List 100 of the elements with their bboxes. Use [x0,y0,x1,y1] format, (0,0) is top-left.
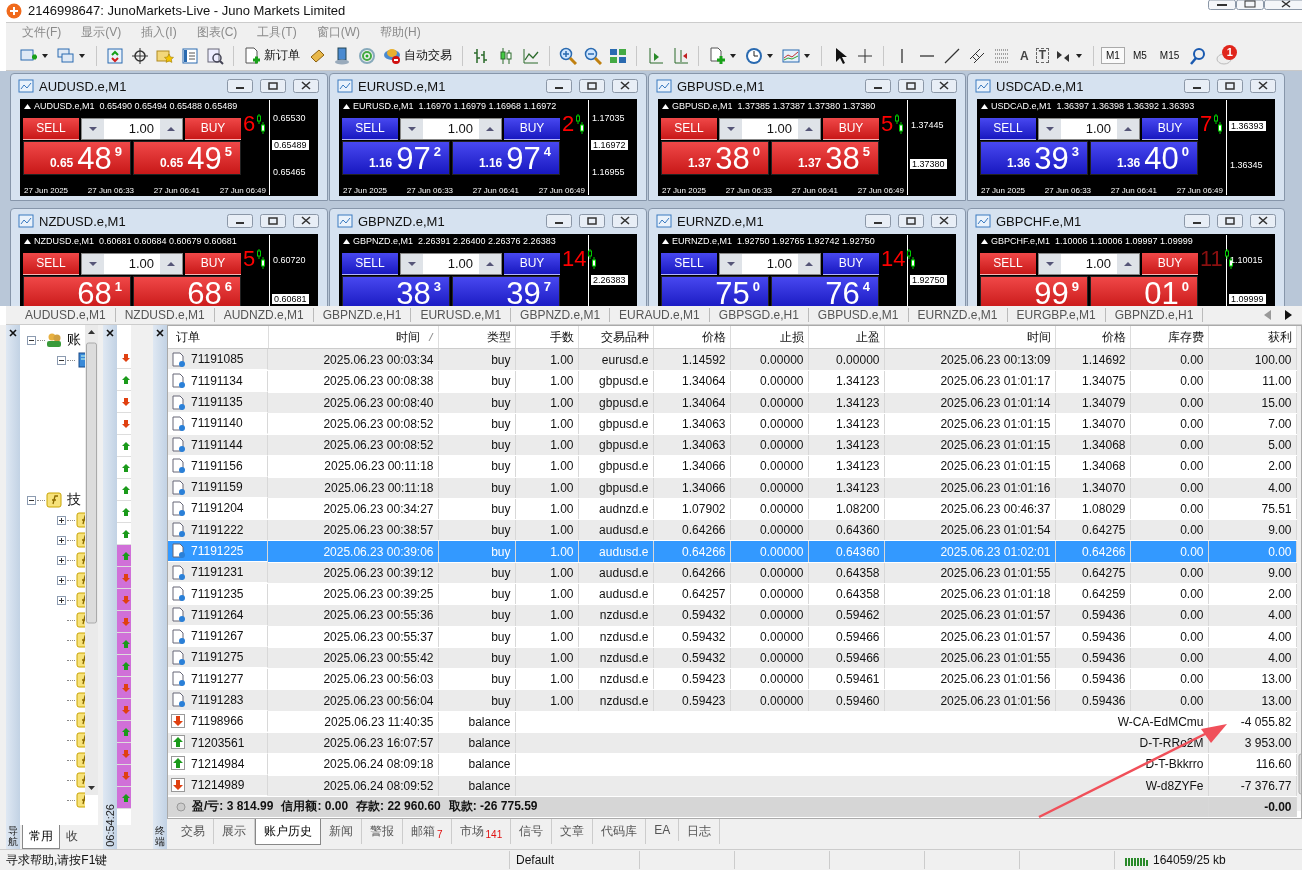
tree-item[interactable]: 账 [63,331,81,350]
chart-tab[interactable]: NZDUSD.e,M1 [115,308,215,323]
table-row[interactable]: 71191144 2025.06.23 00:08:52 buy 1.00 gbpusd.e 1.34063 0.00000 1.34123 2025.06.23 01:01:15 1.34068 0.00 5.00 [168,434,1296,456]
expand-icon[interactable] [57,575,66,585]
buy-button[interactable]: BUY [185,117,241,140]
column-header[interactable]: 价格 [1055,326,1130,349]
increase-button[interactable] [160,253,182,274]
terminal-tab[interactable]: 日志 [679,819,721,845]
scrollbar[interactable] [85,325,98,796]
table-row[interactable]: 71191235 2025.06.23 00:39:25 buy 1.00 audusd.e 0.64257 0.00000 0.64358 2025.06.23 01:01:18 0.64259 0.00 2.00 [168,583,1296,605]
maximize-button[interactable] [260,79,286,94]
buy-button[interactable]: BUY [504,252,560,275]
navigator-tab[interactable]: 常用 [22,825,60,850]
tree-item[interactable]: 技 [63,491,81,510]
expand-icon[interactable] [57,595,66,605]
expand-icon[interactable] [57,555,66,565]
buy-button[interactable]: BUY [1142,252,1198,275]
minimize-button[interactable] [865,214,891,229]
dropdown-arrow-icon[interactable] [79,53,85,58]
increase-button[interactable] [160,118,182,139]
table-row[interactable]: 71191156 2025.06.23 00:11:18 buy 1.00 gbpusd.e 1.34066 0.00000 1.34123 2025.06.23 01:01:15 1.34068 0.00 2.00 [168,455,1296,478]
sell-button[interactable]: SELL [980,252,1036,275]
lot-field[interactable]: 1.00 [400,252,502,275]
decrease-button[interactable] [401,253,423,274]
chart-tab[interactable]: AUDNZD.e,M1 [214,308,314,323]
maximize-button[interactable] [1217,79,1243,94]
expand-icon[interactable] [57,535,66,545]
maximize-button[interactable] [579,79,605,94]
increase-button[interactable] [798,253,820,274]
terminal-tab[interactable]: 交易 [173,819,214,845]
close-icon[interactable] [9,329,17,338]
sell-button[interactable]: SELL [661,117,717,140]
table-row[interactable]: 71191134 2025.06.23 00:08:38 buy 1.00 gbpusd.e 1.34064 0.00000 1.34123 2025.06.23 01:01:17 1.34075 0.00 11.00 [168,370,1296,392]
new-order-button[interactable]: 新订单 [241,44,303,67]
sell-button[interactable]: SELL [980,117,1036,140]
decrease-button[interactable] [401,118,423,139]
chart-tab[interactable]: GBPNZD.e,H1 [313,308,412,323]
table-row[interactable]: 71191264 2025.06.23 00:55:36 buy 1.00 nzdusd.e 0.59432 0.00000 0.59462 2025.06.23 01:01:57 0.59436 0.00 4.00 [168,604,1296,627]
chart-tab[interactable]: EURAUD.e,M1 [610,308,710,323]
column-header[interactable]: 交易品种 [578,326,653,349]
close-button[interactable] [931,214,957,229]
table-row[interactable]: 71191140 2025.06.23 00:08:52 buy 1.00 gbpusd.e 1.34063 0.00000 1.34123 2025.06.23 01:01:15 1.34070 0.00 7.00 [168,413,1296,435]
decrease-button[interactable] [1039,253,1061,274]
scroll-right-icon[interactable] [1284,310,1292,321]
sell-button[interactable]: SELL [342,117,398,140]
chart-tab[interactable]: EURUSD.e,M1 [411,308,512,323]
collapse-icon[interactable] [57,355,66,365]
lot-field[interactable]: 1.00 [1038,252,1140,275]
chart-tab[interactable]: EURNZD.e,M1 [908,308,1008,323]
dropdown-arrow-icon[interactable] [1076,53,1082,58]
chart-tab[interactable]: GBPSGD.e,H1 [709,308,809,323]
column-header[interactable]: 止损 [730,326,808,349]
minimize-button[interactable] [1184,214,1210,229]
minimize-button[interactable] [865,79,891,94]
decrease-button[interactable] [720,118,742,139]
close-icon[interactable] [156,329,164,338]
close-button[interactable] [1250,214,1276,229]
close-button[interactable] [612,79,638,94]
decrease-button[interactable] [82,253,104,274]
auto-trading-button[interactable]: 自动交易 [381,44,455,67]
terminal-tab[interactable]: 账户历史 [255,819,321,846]
table-row[interactable]: 71191135 2025.06.23 00:08:40 buy 1.00 gbpusd.e 1.34064 0.00000 1.34123 2025.06.23 01:01:14 1.34079 0.00 15.00 [168,392,1296,414]
maximize-button[interactable] [1236,0,1264,10]
maximize-button[interactable] [898,79,924,94]
text-tool[interactable]: A [1016,48,1033,63]
collapse-icon[interactable] [27,495,36,505]
close-button[interactable] [612,214,638,229]
column-header[interactable]: 价格 [653,326,730,349]
buy-button[interactable]: BUY [504,117,560,140]
timeframe-button[interactable]: M5 [1127,47,1152,65]
buy-button[interactable]: BUY [1142,117,1198,140]
minimize-button[interactable] [1184,79,1210,94]
table-row[interactable]: 71191277 2025.06.23 00:56:03 buy 1.00 nzdusd.e 0.59423 0.00000 0.59461 2025.06.23 01:01:56 0.59436 0.00 13.00 [168,668,1296,690]
minimize-button[interactable] [546,79,572,94]
increase-button[interactable] [1117,118,1139,139]
decrease-button[interactable] [1039,118,1061,139]
decrease-button[interactable] [82,118,104,139]
lot-field[interactable]: 1.00 [1038,117,1140,140]
table-row[interactable]: 71191222 2025.06.23 00:38:57 buy 1.00 audusd.e 0.64266 0.00000 0.64360 2025.06.23 01:01:54 0.64275 0.00 9.00 [168,519,1296,541]
minimize-button[interactable] [1208,0,1236,10]
terminal-tab[interactable]: 信号 [511,819,553,845]
terminal-tab[interactable]: 代码库 [593,819,647,845]
terminal-tab[interactable]: EA [646,819,680,842]
increase-button[interactable] [479,253,501,274]
maximize-button[interactable] [898,214,924,229]
lot-field[interactable]: 1.00 [81,252,183,275]
maximize-button[interactable] [1217,214,1243,229]
close-button[interactable] [1250,79,1276,94]
timeframe-button[interactable]: M15 [1154,47,1185,65]
minimize-button[interactable] [227,79,253,94]
increase-button[interactable] [479,118,501,139]
terminal-tab[interactable]: 警报 [362,819,403,845]
column-header[interactable]: 时间 [884,326,1055,349]
column-header[interactable]: 时间 [268,326,438,349]
decrease-button[interactable] [720,253,742,274]
close-button[interactable] [1264,0,1302,10]
label-tool[interactable]: T [1035,48,1049,64]
close-button[interactable] [931,79,957,94]
close-icon[interactable] [106,329,114,338]
dropdown-arrow-icon[interactable] [42,53,48,58]
